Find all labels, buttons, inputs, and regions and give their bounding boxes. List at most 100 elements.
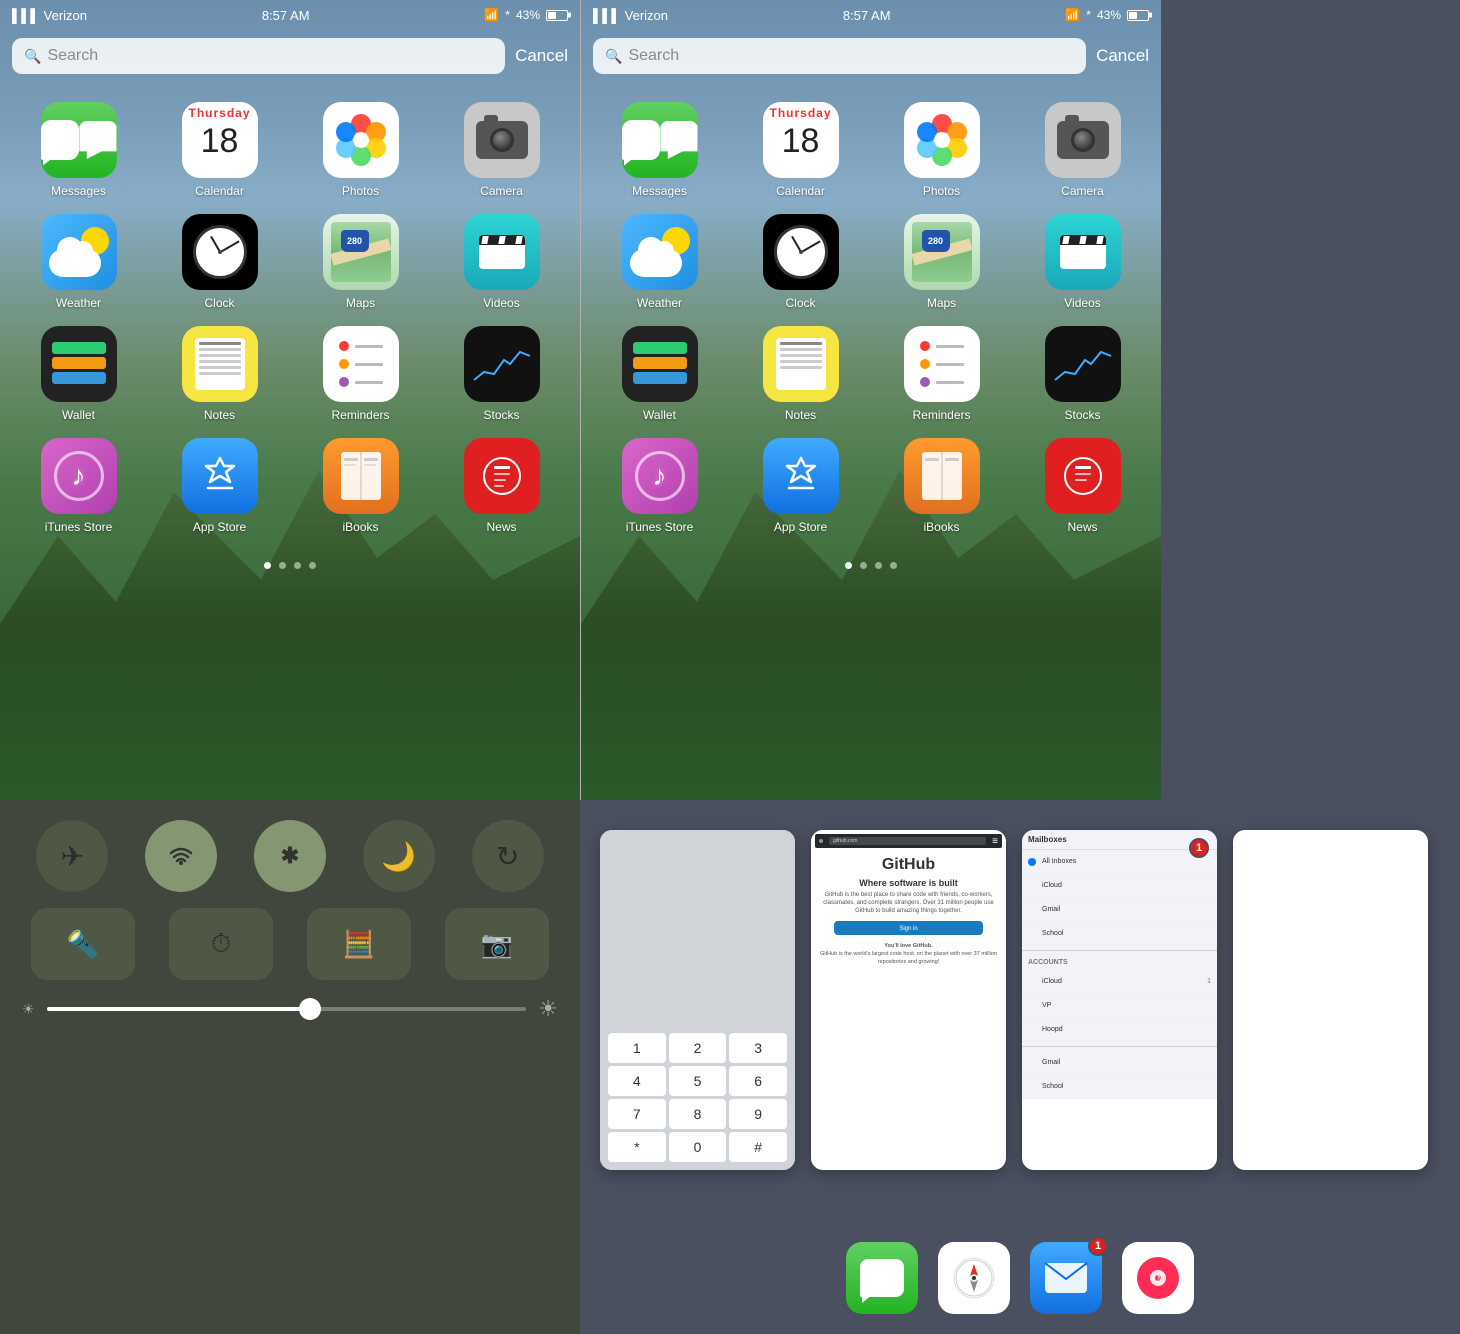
clapperboard bbox=[479, 235, 525, 269]
app-clock-left[interactable]: Clock bbox=[149, 206, 290, 318]
mail-row-vp[interactable]: VP bbox=[1022, 994, 1217, 1018]
note-line-2 bbox=[199, 348, 241, 351]
itunes-content: ♪ bbox=[54, 451, 104, 501]
note-line-5 bbox=[199, 366, 241, 369]
dock-mail-icon[interactable]: 1 bbox=[1030, 1242, 1102, 1314]
app-videos-right[interactable]: Videos bbox=[1012, 206, 1153, 318]
messages-label-left: Messages bbox=[51, 184, 106, 198]
dock-phone-icon[interactable] bbox=[846, 1242, 918, 1314]
music-note-icon-right: ♪ bbox=[653, 460, 667, 492]
mail-row-gmail-2[interactable]: Gmail bbox=[1022, 1051, 1217, 1075]
app-news-right[interactable]: News bbox=[1012, 430, 1153, 542]
cc-rotation-button[interactable]: ↻ bbox=[472, 820, 544, 892]
key-8[interactable]: 8 bbox=[669, 1099, 727, 1129]
mail-row-hoopd[interactable]: Hoopd bbox=[1022, 1018, 1217, 1042]
cc-airplane-button[interactable]: ✈ bbox=[36, 820, 108, 892]
reminders-icon-right bbox=[904, 326, 980, 402]
key-0[interactable]: 0 bbox=[669, 1132, 727, 1162]
app-camera-right[interactable]: Camera bbox=[1012, 94, 1153, 206]
switcher-card-phone[interactable]: 1 2 3 4 5 6 7 8 9 * 0 # bbox=[600, 830, 795, 1170]
mail-row-school[interactable]: School bbox=[1022, 922, 1217, 946]
key-9[interactable]: 9 bbox=[729, 1099, 787, 1129]
key-5[interactable]: 5 bbox=[669, 1066, 727, 1096]
app-messages-left[interactable]: Messages bbox=[8, 94, 149, 206]
cancel-button-right[interactable]: Cancel bbox=[1096, 46, 1149, 66]
cc-wifi-button[interactable] bbox=[145, 820, 217, 892]
bottom-row: ✈ ✱ 🌙 ↻ bbox=[0, 800, 1460, 1334]
switcher-card-mail[interactable]: Mailboxes All Inboxes iCloud Gmail bbox=[1022, 830, 1217, 1170]
appstore-icon-left bbox=[182, 438, 258, 514]
app-appstore-right[interactable]: App Store bbox=[730, 430, 871, 542]
reminder-row-2r bbox=[920, 359, 964, 369]
key-star[interactable]: * bbox=[608, 1132, 666, 1162]
brightness-thumb[interactable] bbox=[299, 998, 321, 1020]
cancel-button-left[interactable]: Cancel bbox=[515, 46, 568, 66]
app-weather-left[interactable]: Weather bbox=[8, 206, 149, 318]
github-signin-button[interactable]: Sign in bbox=[834, 921, 984, 935]
app-calendar-left[interactable]: Thursday 18 Calendar bbox=[149, 94, 290, 206]
app-wallet-right[interactable]: Wallet bbox=[589, 318, 730, 430]
switcher-card-music[interactable]: Mo Pitney Troy Hill A Thing Boy & A Girl… bbox=[1233, 830, 1428, 1170]
app-photos-left[interactable]: Photos bbox=[290, 94, 431, 206]
gh-menu-btn[interactable]: ≡ bbox=[992, 836, 998, 847]
cc-camera-button[interactable]: 📷 bbox=[445, 908, 549, 980]
cc-donotdisturb-button[interactable]: 🌙 bbox=[363, 820, 435, 892]
mail-row-icloud[interactable]: iCloud bbox=[1022, 874, 1217, 898]
app-appstore-left[interactable]: App Store bbox=[149, 430, 290, 542]
mail-row-gmail[interactable]: Gmail bbox=[1022, 898, 1217, 922]
app-messages-right[interactable]: Messages bbox=[589, 94, 730, 206]
app-calendar-right[interactable]: Thursday 18 Calendar bbox=[730, 94, 871, 206]
flashlight-icon: 🔦 bbox=[67, 929, 99, 960]
cc-calculator-button[interactable]: 🧮 bbox=[307, 908, 411, 980]
app-reminders-left[interactable]: Reminders bbox=[290, 318, 431, 430]
app-maps-left[interactable]: 280 Maps bbox=[290, 206, 431, 318]
mail-row-all-inboxes[interactable]: All Inboxes bbox=[1022, 850, 1217, 874]
search-input-left[interactable]: 🔍 Search bbox=[12, 38, 505, 74]
key-4[interactable]: 4 bbox=[608, 1066, 666, 1096]
app-clock-right[interactable]: Clock bbox=[730, 206, 871, 318]
dock-safari-icon[interactable] bbox=[938, 1242, 1010, 1314]
key-hash[interactable]: # bbox=[729, 1132, 787, 1162]
key-3[interactable]: 3 bbox=[729, 1033, 787, 1063]
cc-flashlight-button[interactable]: 🔦 bbox=[31, 908, 135, 980]
search-bar-left[interactable]: 🔍 Search Cancel bbox=[12, 38, 568, 74]
brightness-track[interactable] bbox=[47, 1007, 527, 1011]
app-stocks-right[interactable]: Stocks bbox=[1012, 318, 1153, 430]
key-7[interactable]: 7 bbox=[608, 1099, 666, 1129]
cc-bluetooth-button[interactable]: ✱ bbox=[254, 820, 326, 892]
app-notes-left[interactable]: Notes bbox=[149, 318, 290, 430]
app-news-left[interactable]: News bbox=[431, 430, 572, 542]
weather-label-right: Weather bbox=[637, 296, 682, 310]
app-ibooks-right[interactable]: iBooks bbox=[871, 430, 1012, 542]
mail-row-school-2[interactable]: School bbox=[1022, 1075, 1217, 1099]
app-camera-left[interactable]: Camera bbox=[431, 94, 572, 206]
search-input-right[interactable]: 🔍 Search bbox=[593, 38, 1086, 74]
cc-timer-button[interactable]: ⏱ bbox=[169, 908, 273, 980]
app-maps-right[interactable]: 280 Maps bbox=[871, 206, 1012, 318]
switcher-card-github[interactable]: github.com ≡ GitHub Where software is bu… bbox=[811, 830, 1006, 1170]
clap-top-right bbox=[1060, 235, 1106, 245]
app-ibooks-left[interactable]: iBooks bbox=[290, 430, 431, 542]
camera-body bbox=[476, 121, 528, 159]
app-wallet-left[interactable]: Wallet bbox=[8, 318, 149, 430]
key-2[interactable]: 2 bbox=[669, 1033, 727, 1063]
key-6[interactable]: 6 bbox=[729, 1066, 787, 1096]
search-bar-right[interactable]: 🔍 Search Cancel bbox=[593, 38, 1149, 74]
app-notes-right[interactable]: Notes bbox=[730, 318, 871, 430]
app-stocks-left[interactable]: Stocks bbox=[431, 318, 572, 430]
app-reminders-right[interactable]: Reminders bbox=[871, 318, 1012, 430]
app-itunes-right[interactable]: ♪ iTunes Store bbox=[589, 430, 730, 542]
messages-bubble-right bbox=[622, 120, 661, 160]
app-weather-right[interactable]: Weather bbox=[589, 206, 730, 318]
key-1[interactable]: 1 bbox=[608, 1033, 666, 1063]
mail-row-icloud-account[interactable]: iCloud 1 bbox=[1022, 970, 1217, 994]
reminders-label-left: Reminders bbox=[331, 408, 389, 422]
app-photos-right[interactable]: Photos bbox=[871, 94, 1012, 206]
stocks-label-right: Stocks bbox=[1064, 408, 1100, 422]
app-itunes-left[interactable]: ♪ iTunes Store bbox=[8, 430, 149, 542]
note-line-6 bbox=[199, 372, 241, 375]
reminders-content bbox=[335, 337, 387, 391]
dock-music-icon[interactable]: ♪ bbox=[1122, 1242, 1194, 1314]
status-left-right: ▌▌▌ Verizon bbox=[593, 8, 668, 23]
app-videos-left[interactable]: Videos bbox=[431, 206, 572, 318]
